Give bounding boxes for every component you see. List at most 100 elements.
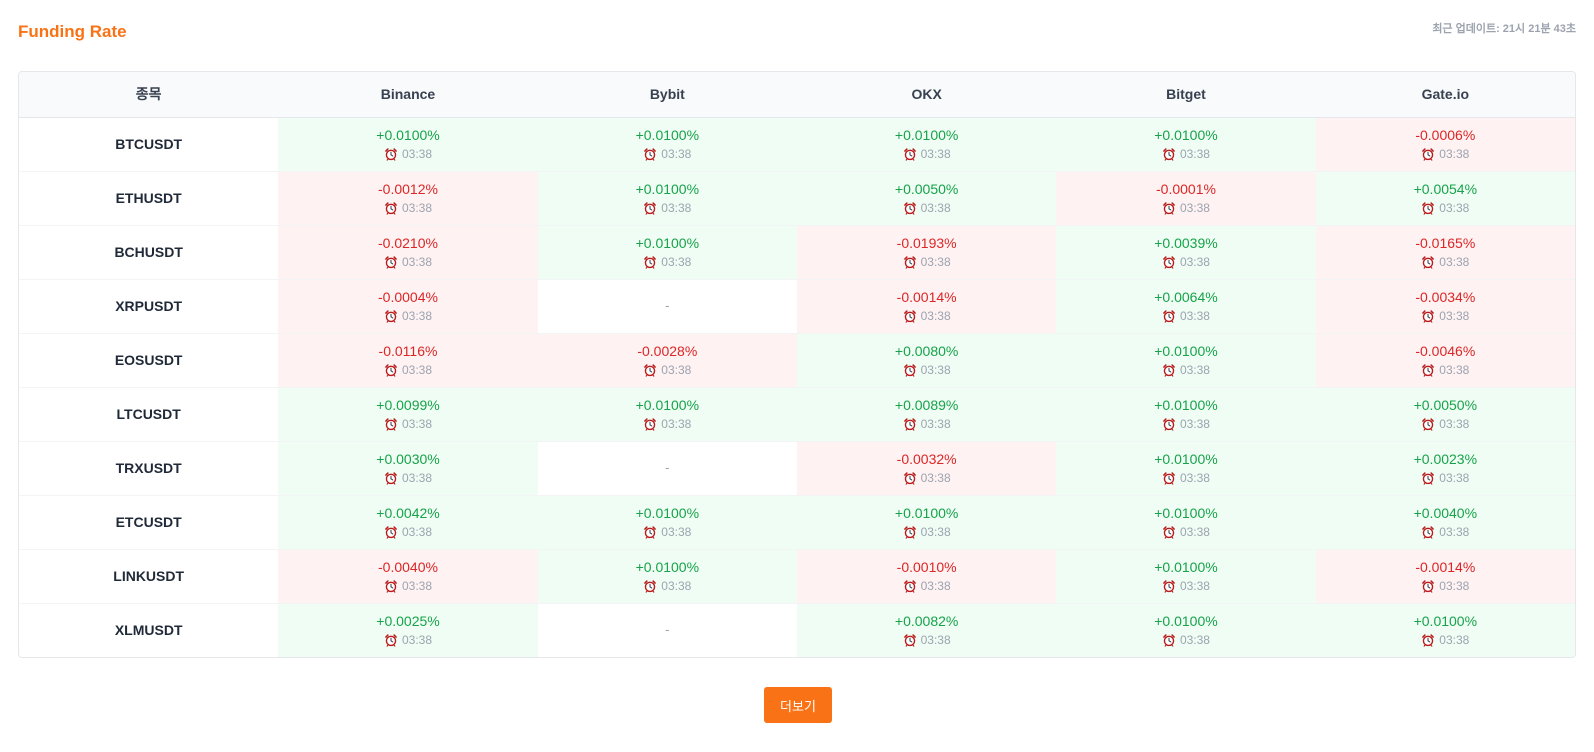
funding-time-label: 03:38	[661, 417, 692, 431]
next-funding-time: 03:38	[278, 578, 537, 594]
table-row: LINKUSDT -0.0040% 03:38 +0.0100% 03:38 -0.001…	[19, 549, 1575, 604]
funding-rate-value: -0.0010%	[896, 559, 957, 575]
symbol-cell: TRXUSDT	[19, 441, 279, 496]
funding-rate-value: +0.0100%	[1154, 559, 1218, 575]
rate-cell-okx: +0.0100% 03:38	[796, 117, 1057, 172]
last-updated-label: 최근 업데이트: 21시 21분 43초	[1432, 23, 1576, 35]
column-header-binance: Binance	[278, 72, 538, 118]
funding-time-label: 03:38	[1179, 417, 1210, 431]
funding-rate-value: -0.0116%	[378, 343, 438, 359]
rate-cell-bitget: +0.0039% 03:38	[1056, 225, 1316, 280]
no-data-dash: -	[665, 460, 670, 475]
rate-cell-binance: +0.0030% 03:38	[278, 441, 538, 496]
alarm-clock-icon	[903, 202, 916, 215]
rate-cell-binance: -0.0210% 03:38	[278, 225, 538, 280]
next-funding-time: 03:38	[278, 632, 537, 648]
next-funding-time: 03:38	[278, 524, 537, 540]
alarm-clock-icon	[903, 580, 916, 593]
next-funding-time: 03:38	[797, 146, 1056, 162]
next-funding-time: 03:38	[797, 254, 1056, 270]
funding-rate-value: +0.0100%	[1413, 613, 1478, 630]
funding-rate-value: -0.0014%	[896, 289, 957, 305]
next-funding-time: 03:38	[797, 470, 1056, 486]
funding-rate-value: +0.0100%	[376, 127, 440, 143]
funding-time-label: 03:38	[1179, 471, 1210, 485]
alarm-clock-icon	[1422, 526, 1435, 539]
table-row: BTCUSDT +0.0100% 03:38 +0.0100% 03:38 +0.0100…	[19, 117, 1575, 172]
table-row: XLMUSDT +0.0025% 03:38- +0.0082% 03:38 +0.010…	[19, 603, 1575, 657]
next-funding-time: 03:38	[538, 578, 797, 594]
next-funding-time: 03:38	[797, 200, 1056, 216]
rate-cell-okx: +0.0050% 03:38	[796, 171, 1057, 226]
next-funding-time: 03:38	[797, 578, 1056, 594]
alarm-clock-icon	[903, 418, 916, 431]
rate-cell-gateio: +0.0040% 03:38	[1315, 495, 1575, 550]
funding-rate-value: +0.0100%	[635, 235, 700, 251]
funding-rate-value: +0.0100%	[635, 397, 700, 413]
funding-time-label: 03:38	[1179, 525, 1210, 539]
rate-cell-gateio: -0.0006% 03:38	[1315, 117, 1575, 172]
rate-cell-okx: -0.0010% 03:38	[796, 549, 1057, 604]
funding-time-label: 03:38	[1179, 309, 1210, 323]
funding-time-label: 03:38	[1439, 525, 1470, 539]
rate-cell-bitget: +0.0100% 03:38	[1056, 495, 1316, 550]
rate-cell-gateio: +0.0050% 03:38	[1315, 387, 1575, 442]
funding-time-label: 03:38	[1439, 201, 1470, 215]
rate-cell-binance: +0.0025% 03:38	[278, 603, 538, 657]
funding-rate-value: +0.0064%	[1154, 289, 1218, 305]
rate-cell-binance: -0.0116% 03:38	[278, 333, 538, 388]
symbol-cell: ETCUSDT	[19, 495, 279, 550]
funding-rate-value: -0.0004%	[378, 289, 438, 305]
funding-time-label: 03:38	[401, 309, 432, 323]
funding-time-label: 03:38	[920, 525, 951, 539]
next-funding-time: 03:38	[1316, 362, 1575, 378]
rate-cell-okx: -0.0014% 03:38	[796, 279, 1057, 334]
funding-rate-value: +0.0100%	[894, 505, 959, 521]
funding-time-label: 03:38	[1179, 363, 1210, 377]
alarm-clock-icon	[1422, 202, 1435, 215]
alarm-clock-icon	[1163, 364, 1175, 377]
funding-rate-value: +0.0100%	[635, 505, 700, 521]
funding-rate-value: +0.0100%	[1154, 397, 1218, 413]
funding-rate-value: -0.0165%	[1415, 235, 1476, 251]
next-funding-time: 03:38	[797, 632, 1056, 648]
rate-cell-gateio: +0.0023% 03:38	[1315, 441, 1575, 496]
column-header-okx: OKX	[796, 72, 1057, 118]
funding-time-label: 03:38	[920, 579, 951, 593]
symbol-cell: LTCUSDT	[19, 387, 279, 442]
funding-rate-value: +0.0100%	[635, 181, 700, 197]
rate-cell-okx: +0.0082% 03:38	[796, 603, 1057, 657]
column-header-bitget: Bitget	[1056, 72, 1316, 118]
rate-cell-bitget: -0.0001% 03:38	[1056, 171, 1316, 226]
funding-rate-value: -0.0012%	[378, 181, 438, 197]
alarm-clock-icon	[385, 364, 397, 377]
next-funding-time: 03:38	[278, 416, 537, 432]
funding-time-label: 03:38	[1439, 471, 1470, 485]
funding-rate-value: +0.0039%	[1154, 235, 1218, 251]
funding-time-label: 03:38	[661, 255, 692, 269]
next-funding-time: 03:38	[1056, 632, 1315, 648]
funding-time-label: 03:38	[401, 417, 432, 431]
alarm-clock-icon	[1163, 472, 1175, 485]
rate-cell-bybit: +0.0100% 03:38	[537, 495, 797, 550]
alarm-clock-icon	[1163, 256, 1175, 269]
funding-rate-value: -0.0006%	[1415, 127, 1476, 143]
load-more-button[interactable]: 더보기	[764, 687, 832, 723]
funding-time-label: 03:38	[920, 201, 951, 215]
funding-time-label: 03:38	[401, 255, 432, 269]
alarm-clock-icon	[903, 364, 916, 377]
funding-rate-value: +0.0089%	[894, 397, 959, 413]
funding-rate-value: +0.0054%	[1413, 181, 1478, 197]
funding-time-label: 03:38	[920, 471, 951, 485]
next-funding-time: 03:38	[1316, 470, 1575, 486]
rate-cell-okx: +0.0089% 03:38	[796, 387, 1057, 442]
funding-time-label: 03:38	[401, 579, 432, 593]
funding-time-label: 03:38	[1179, 147, 1210, 161]
funding-time-label: 03:38	[661, 201, 692, 215]
funding-time-label: 03:38	[401, 201, 432, 215]
funding-time-label: 03:38	[1179, 579, 1210, 593]
funding-time-label: 03:38	[401, 633, 432, 648]
alarm-clock-icon	[1422, 364, 1435, 377]
alarm-clock-icon	[903, 472, 916, 485]
alarm-clock-icon	[385, 256, 397, 269]
